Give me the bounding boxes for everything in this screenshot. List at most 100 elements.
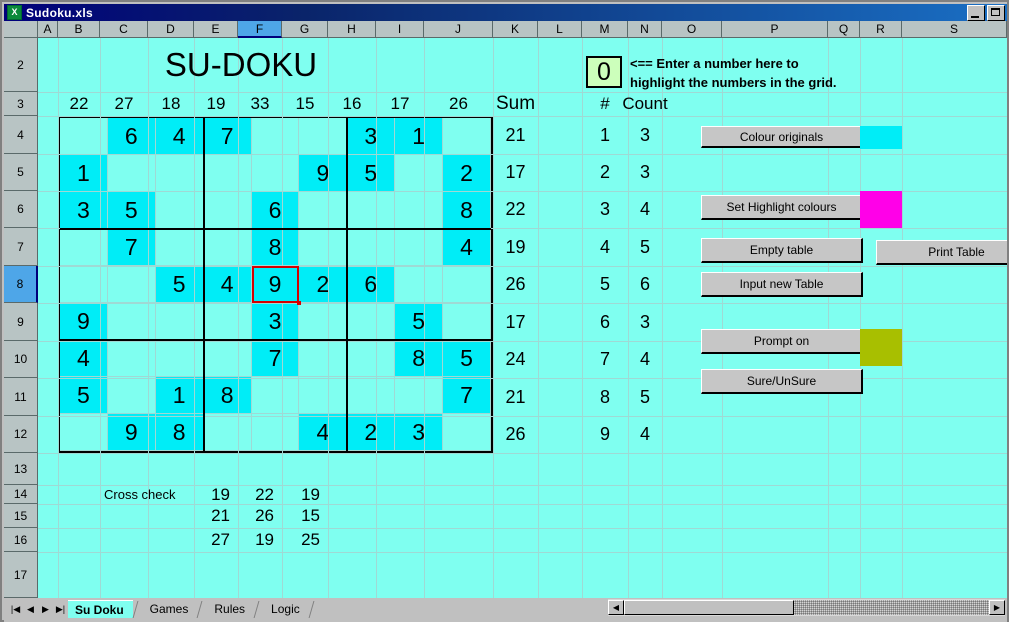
sudoku-cell[interactable] [299,229,348,266]
sudoku-cell[interactable]: 5 [395,303,444,340]
sudoku-cell[interactable]: 1 [155,377,204,414]
sudoku-cell[interactable] [395,229,444,266]
row-header-8[interactable]: 8 [4,266,38,303]
sudoku-cell[interactable] [395,192,444,229]
scrollbar-track[interactable] [794,600,989,615]
row-header-5[interactable]: 5 [4,154,38,191]
sudoku-cell[interactable] [347,303,396,340]
column-header-m[interactable]: M [582,21,628,38]
sudoku-cell[interactable]: 4 [443,229,491,266]
sheet-tab-rules[interactable]: Rules [207,600,255,618]
column-header-i[interactable]: I [376,21,424,38]
sudoku-cell[interactable] [251,377,300,414]
sudoku-cell[interactable] [251,155,300,192]
sudoku-cell[interactable]: 3 [347,118,396,155]
row-header-15[interactable]: 15 [4,504,38,528]
sudoku-cell[interactable] [395,266,444,303]
sudoku-cell[interactable] [299,118,348,155]
sudoku-cell[interactable] [443,414,491,451]
sudoku-cell[interactable] [299,192,348,229]
sudoku-cell[interactable] [347,192,396,229]
print-table-button[interactable]: Print Table [876,240,1007,265]
sudoku-cell[interactable] [443,303,491,340]
scroll-right-button[interactable]: ▶ [989,600,1005,615]
scrollbar-thumb[interactable] [624,600,794,615]
sudoku-cell[interactable] [299,303,348,340]
sudoku-cell[interactable]: 7 [251,340,300,377]
column-header-b[interactable]: B [58,21,100,38]
sudoku-cell[interactable]: 8 [395,340,444,377]
column-header-s[interactable]: S [902,21,1007,38]
sudoku-cell[interactable] [251,118,300,155]
sudoku-cell[interactable]: 5 [155,266,204,303]
original-colour-swatch[interactable] [860,126,902,149]
sudoku-cell[interactable]: 3 [395,414,444,451]
row-header-14[interactable]: 14 [4,485,38,504]
select-all-corner[interactable] [4,21,38,38]
sudoku-cell[interactable]: 8 [203,377,252,414]
sudoku-cell[interactable]: 3 [251,303,300,340]
maximize-button[interactable] [987,4,1005,21]
minimize-button[interactable] [967,4,985,21]
sudoku-cell[interactable]: 6 [251,192,300,229]
column-header-n[interactable]: N [628,21,662,38]
sudoku-cell[interactable]: 4 [203,266,252,303]
sudoku-cell[interactable] [203,192,252,229]
sudoku-cell[interactable]: 8 [251,229,300,266]
set-highlight-colours-button[interactable]: Set Highlight colours [701,195,863,220]
sheet-tab-games[interactable]: Games [142,600,198,618]
sudoku-cell[interactable] [155,155,204,192]
sudoku-cell[interactable] [395,155,444,192]
sudoku-cell[interactable] [203,414,252,451]
sudoku-cell[interactable]: 1 [395,118,444,155]
sudoku-cell[interactable] [299,340,348,377]
column-header-c[interactable]: C [100,21,148,38]
column-header-k[interactable]: K [493,21,538,38]
tab-nav-first-icon[interactable]: |◀ [8,602,23,616]
column-header-r[interactable]: R [860,21,902,38]
highlight-number-input[interactable]: 0 [586,56,622,88]
sudoku-cell[interactable]: 9 [251,266,302,305]
sudoku-cell[interactable]: 2 [443,155,491,192]
sudoku-cell[interactable] [203,340,252,377]
sudoku-cell[interactable]: 2 [299,266,348,303]
horizontal-scrollbar[interactable]: ◀ ▶ [608,599,1005,616]
sudoku-cell[interactable] [299,377,348,414]
row-header-16[interactable]: 16 [4,528,38,552]
column-header-l[interactable]: L [538,21,582,38]
row-header-13[interactable]: 13 [4,453,38,485]
sudoku-cell[interactable]: 7 [443,377,491,414]
column-header-p[interactable]: P [722,21,828,38]
prompt-colour-swatch[interactable] [860,329,902,366]
sudoku-cell[interactable]: 8 [155,414,204,451]
row-header-4[interactable]: 4 [4,116,38,154]
row-header-11[interactable]: 11 [4,378,38,416]
sudoku-cell[interactable]: 8 [443,192,491,229]
empty-table-button[interactable]: Empty table [701,238,863,263]
sudoku-cell[interactable] [443,118,491,155]
tab-nav-next-icon[interactable]: ▶ [38,602,53,616]
sudoku-cell[interactable] [347,229,396,266]
sudoku-cell[interactable]: 5 [347,155,396,192]
column-header-g[interactable]: G [282,21,328,38]
sudoku-cell[interactable]: 6 [347,266,396,303]
sudoku-cell[interactable]: 2 [347,414,396,451]
column-header-o[interactable]: O [662,21,722,38]
column-header-a[interactable]: A [38,21,58,38]
sudoku-cell[interactable]: 5 [443,340,491,377]
tab-nav-last-icon[interactable]: ▶| [53,602,68,616]
row-header-2[interactable]: 2 [4,38,38,92]
row-header-6[interactable]: 6 [4,191,38,228]
sudoku-cell[interactable] [395,377,444,414]
column-header-d[interactable]: D [148,21,194,38]
colour-originals-button[interactable]: Colour originals [701,126,863,148]
column-header-h[interactable]: H [328,21,376,38]
column-header-j[interactable]: J [424,21,493,38]
sudoku-cell[interactable] [155,340,204,377]
sudoku-cell[interactable] [347,340,396,377]
sudoku-cell[interactable] [203,155,252,192]
sudoku-cell[interactable] [155,192,204,229]
sudoku-cell[interactable]: 7 [203,118,252,155]
row-header-10[interactable]: 10 [4,341,38,378]
sudoku-cell[interactable] [155,229,204,266]
